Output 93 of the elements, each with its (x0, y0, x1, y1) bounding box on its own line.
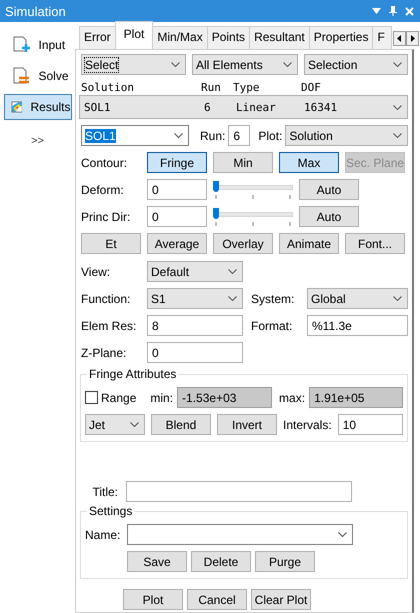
action-button[interactable]: Average (147, 233, 207, 254)
chevron-icon (228, 269, 237, 274)
chevron-icon (393, 62, 402, 67)
function-label: Function: (81, 292, 132, 306)
value-field[interactable]: 0 (147, 179, 207, 200)
document-plus-icon (10, 35, 30, 55)
plot-label: Plot: (258, 128, 282, 142)
min-field: -1.53e+03 (177, 387, 272, 408)
intervals-field[interactable]: 10 (338, 414, 403, 435)
range-checkbox[interactable]: Range (85, 390, 136, 404)
slider-label: Deform: (81, 182, 125, 196)
group-title: Fringe Attributes (87, 367, 178, 381)
filter-dropdown[interactable]: Select (81, 54, 186, 75)
max-field: 1.91e+05 (309, 387, 403, 408)
sidebar-item[interactable]: Input (4, 32, 72, 58)
bottom-button[interactable]: Plot (123, 589, 183, 610)
z-plane-label: Z-Plane: (81, 346, 128, 360)
dropdown-icon[interactable] (372, 8, 381, 14)
column-header: DOF (301, 81, 322, 93)
run-field[interactable]: 6 (228, 125, 250, 146)
tab[interactable]: Properties (308, 26, 374, 49)
name-label: Name: (85, 528, 121, 542)
expand-toggle[interactable]: >> (31, 135, 44, 147)
tab[interactable]: Resultant (249, 26, 310, 49)
chevron-icon (393, 296, 402, 301)
tab[interactable]: Min/Max (152, 26, 208, 49)
contour-button[interactable]: Min (213, 152, 273, 173)
scroll-right-icon[interactable] (406, 31, 420, 46)
view-label: View: (81, 264, 112, 278)
column-header: Type (233, 81, 260, 93)
settings-button[interactable]: Purge (255, 551, 315, 572)
auto-button[interactable]: Auto (299, 179, 359, 200)
contour-button[interactable]: Fringe (147, 152, 207, 173)
solution-select[interactable]: SOL1 (81, 125, 189, 146)
value-field[interactable]: 0 (147, 206, 207, 227)
chevron-icon (338, 532, 347, 537)
document-lines-icon (10, 66, 30, 86)
contour-label: Contour: (81, 156, 128, 170)
bottom-button[interactable]: Clear Plot (251, 589, 311, 610)
chevron-icon (283, 62, 292, 67)
intervals-label: Intervals: (283, 418, 332, 432)
sidebar-item[interactable]: Solve (4, 63, 72, 89)
colormap-dropdown[interactable]: Jet (85, 414, 145, 435)
elem-res-label: Elem Res: (81, 318, 138, 332)
slider-thumb[interactable] (213, 181, 219, 192)
action-button[interactable]: Font... (345, 233, 405, 254)
scroll-left-icon[interactable] (393, 31, 406, 46)
solution-row-picker[interactable]: SOL1 6 Linear 16341 (79, 95, 408, 119)
chevron-icon (171, 62, 180, 67)
chevron-icon (228, 296, 237, 301)
system-dropdown[interactable]: Global (307, 288, 408, 309)
chevron-icon (130, 422, 139, 427)
action-button[interactable]: Et (81, 233, 141, 254)
function-dropdown[interactable]: S1 (147, 288, 243, 309)
format-label: Format: (251, 318, 294, 332)
filter-dropdown[interactable]: All Elements (192, 54, 298, 75)
auto-button[interactable]: Auto (299, 206, 359, 227)
view-dropdown[interactable]: Default (147, 261, 243, 282)
chevron-icon (393, 104, 402, 110)
title-label: Title: (91, 484, 118, 498)
name-dropdown[interactable] (127, 524, 353, 545)
format-field[interactable]: %11.3e (307, 315, 408, 336)
blend-button[interactable]: Blend (151, 414, 211, 435)
settings-button[interactable]: Save (127, 551, 187, 572)
contour-button[interactable]: Max (279, 152, 339, 173)
max-label: max: (279, 390, 306, 404)
invert-button[interactable]: Invert (217, 414, 277, 435)
tab[interactable]: Error (79, 26, 116, 49)
action-button[interactable]: Animate (279, 233, 339, 254)
plot-dropdown[interactable]: Solution (285, 125, 408, 146)
slider-thumb[interactable] (213, 208, 219, 219)
action-button[interactable]: Overlay (213, 233, 273, 254)
bottom-button[interactable]: Cancel (187, 589, 247, 610)
column-header: Solution (81, 81, 135, 93)
group-title: Settings (87, 504, 134, 518)
min-label: min: (150, 390, 174, 404)
tab[interactable]: Points (206, 26, 250, 49)
chevron-icon (174, 133, 183, 138)
close-icon[interactable] (405, 6, 414, 16)
z-plane-field[interactable]: 0 (147, 342, 243, 363)
settings-button[interactable]: Delete (191, 551, 251, 572)
system-label: System: (251, 292, 296, 306)
title-field[interactable] (126, 481, 352, 502)
filter-dropdown[interactable]: Selection (304, 54, 408, 75)
tab[interactable]: F (372, 26, 392, 49)
elem-res-field[interactable]: 8 (147, 315, 243, 336)
chevron-icon (393, 133, 402, 138)
column-header: Run (201, 81, 222, 93)
window-title: Simulation (5, 4, 66, 18)
slider-label: Princ Dir: (81, 210, 132, 224)
pin-icon[interactable] (389, 6, 397, 16)
sidebar-item[interactable]: Results (4, 94, 72, 120)
run-label: Run: (200, 128, 226, 142)
